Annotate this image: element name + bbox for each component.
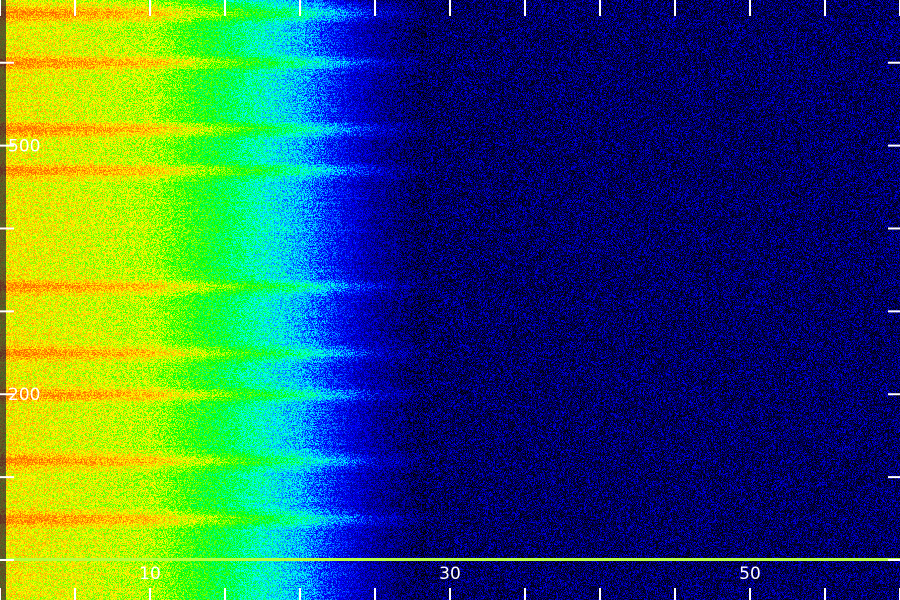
- x-tick-label: 50: [739, 564, 761, 584]
- x-tick-label: 10: [139, 564, 161, 584]
- y-tick-label: 500: [8, 137, 40, 157]
- x-tick-label: 30: [439, 564, 461, 584]
- y-tick-label: 200: [8, 385, 40, 405]
- chart-axes: 103050200500700900: [0, 0, 900, 600]
